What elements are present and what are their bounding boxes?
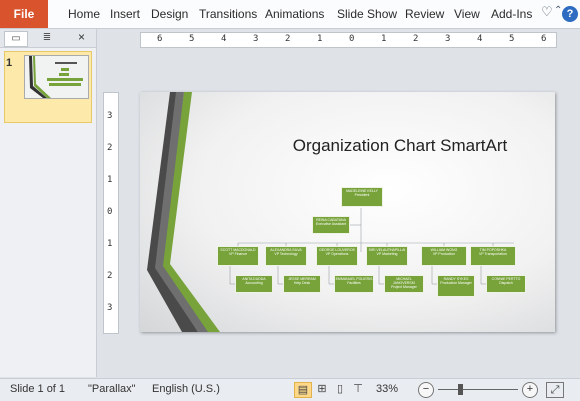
thumbnail-graphic	[29, 56, 83, 98]
pane-tabs: ▭ ≣ ×	[0, 29, 96, 48]
ruler-label: 4	[221, 34, 227, 44]
org-box-staff[interactable]: MICHAEL JANOVERSKI Project Manager	[384, 275, 424, 293]
ruler-label: 1	[381, 34, 387, 44]
ruler-label: 6	[157, 34, 163, 44]
slide-show-icon[interactable]: ⊤	[350, 382, 366, 396]
org-box-vp[interactable]: SCOTT MACDONALD VP Finance	[217, 246, 259, 266]
tab-transitions[interactable]: Transitions	[199, 0, 257, 28]
zoom-out-icon[interactable]: −	[418, 382, 434, 398]
close-icon[interactable]: ×	[78, 30, 85, 44]
org-box-vp[interactable]: GEORGE LOUVEROS VP Operations	[316, 246, 358, 266]
slide-thumbnail-preview[interactable]	[24, 55, 89, 99]
org-role: Production Manager	[440, 281, 472, 285]
ruler-label: 3	[107, 111, 113, 121]
ruler-label: 1	[107, 175, 113, 185]
reading-view-icon[interactable]: ▯	[332, 382, 348, 396]
zoom-in-icon[interactable]: +	[522, 382, 538, 398]
org-box-assistant[interactable]: REINA CABATANA Executive Assistant	[312, 216, 350, 234]
org-box-vp[interactable]: WILLIAM WONG VP Production	[421, 246, 467, 266]
org-box-vp[interactable]: ALEXANDRA SILVA VP Technology	[265, 246, 307, 266]
org-role: Accounting	[245, 281, 263, 285]
org-box-vp[interactable]: TIM POPOSHKA VP Transportation	[470, 246, 516, 266]
tab-animations[interactable]: Animations	[265, 0, 324, 28]
tab-insert[interactable]: Insert	[110, 0, 140, 28]
org-role: Executive Assistant	[315, 222, 347, 226]
ruler-label: 2	[285, 34, 291, 44]
tab-slide-show[interactable]: Slide Show	[337, 0, 397, 28]
org-box-president[interactable]: MADELEINE KELLY President	[341, 187, 383, 207]
org-box-staff[interactable]: ANITA DUDDA Accounting	[235, 275, 273, 293]
org-box-staff[interactable]: CONNIE PERTTO Dispatch	[486, 275, 526, 293]
tab-add-ins[interactable]: Add-Ins	[491, 0, 532, 28]
horizontal-ruler[interactable]: 6 5 4 3 2 1 0 1 2 3 4 5 6	[140, 32, 557, 48]
org-role: VP Production	[432, 252, 456, 256]
vertical-ruler[interactable]: 3 2 1 0 1 2 3	[103, 92, 119, 334]
parallax-decoration	[147, 92, 514, 332]
file-tab[interactable]: File	[0, 0, 48, 28]
ruler-label: 1	[107, 239, 113, 249]
ruler-label: 4	[477, 34, 483, 44]
ruler-label: 3	[107, 303, 113, 313]
zoom-slider-track[interactable]	[438, 389, 518, 390]
ruler-label: 5	[189, 34, 195, 44]
org-role: VP Transportation	[479, 252, 507, 256]
heart-icon[interactable]: ♡	[541, 4, 553, 20]
org-box-vp[interactable]: SIRI VELAUTHAPILLAI VP Marketing	[366, 246, 408, 266]
normal-view-icon[interactable]: ▤	[294, 382, 312, 398]
org-role: Project Manager	[391, 285, 417, 289]
org-role: VP Finance	[228, 252, 248, 256]
theme-name[interactable]: "Parallax"	[88, 383, 136, 395]
org-role: Facilities	[347, 281, 361, 285]
outline-tab-icon[interactable]: ≣	[36, 31, 58, 45]
tab-view[interactable]: View	[454, 0, 480, 28]
zoom-level[interactable]: 33%	[376, 383, 398, 395]
slide-title[interactable]: Organization Chart SmartArt	[260, 136, 540, 156]
org-role: VP Marketing	[376, 252, 398, 256]
ruler-label: 2	[413, 34, 419, 44]
ruler-label: 6	[541, 34, 547, 44]
org-box-staff[interactable]: RANDY SYKES Production Manager	[437, 275, 475, 297]
org-role: VP Operations	[325, 252, 349, 256]
zoom-slider-thumb[interactable]	[458, 384, 463, 395]
slide-sorter-icon[interactable]: ⊞	[314, 382, 330, 396]
org-role: Help Desk	[293, 281, 311, 285]
org-role: President	[354, 193, 370, 197]
slide-canvas[interactable]: Organization Chart SmartArt MADELEINE KE…	[140, 92, 555, 332]
tab-review[interactable]: Review	[405, 0, 444, 28]
ruler-label: 2	[107, 143, 113, 153]
ruler-label: 0	[349, 34, 355, 44]
slides-pane: ▭ ≣ × 1	[0, 29, 97, 377]
tab-home[interactable]: Home	[68, 0, 100, 28]
slide-count: Slide 1 of 1	[10, 383, 66, 395]
ruler-label: 2	[107, 271, 113, 281]
org-box-staff[interactable]: JESSE MERRAM Help Desk	[283, 275, 321, 293]
org-name: MICHAEL JANOVERSKI	[392, 277, 416, 285]
org-role: VP Technology	[274, 252, 298, 256]
tab-design[interactable]: Design	[151, 0, 188, 28]
ruler-label: 3	[253, 34, 259, 44]
status-bar: Slide 1 of 1 "Parallax" English (U.S.) ▤…	[0, 378, 580, 401]
ruler-label: 0	[107, 207, 113, 217]
ruler-label: 1	[317, 34, 323, 44]
ruler-label: 3	[445, 34, 451, 44]
language-indicator[interactable]: English (U.S.)	[152, 383, 220, 395]
ruler-label: 5	[509, 34, 515, 44]
slide-thumbnail-number: 1	[6, 57, 13, 69]
fit-to-window-icon[interactable]: ⤢	[546, 382, 564, 398]
help-icon[interactable]: ?	[562, 6, 578, 22]
slides-tab-icon[interactable]: ▭	[4, 31, 28, 47]
ribbon-bar: File Home Insert Design Transitions Anim…	[0, 0, 580, 29]
org-role: Dispatch	[499, 281, 513, 285]
org-box-staff[interactable]: EMMANUEL POLIERIS Facilities	[334, 275, 374, 293]
